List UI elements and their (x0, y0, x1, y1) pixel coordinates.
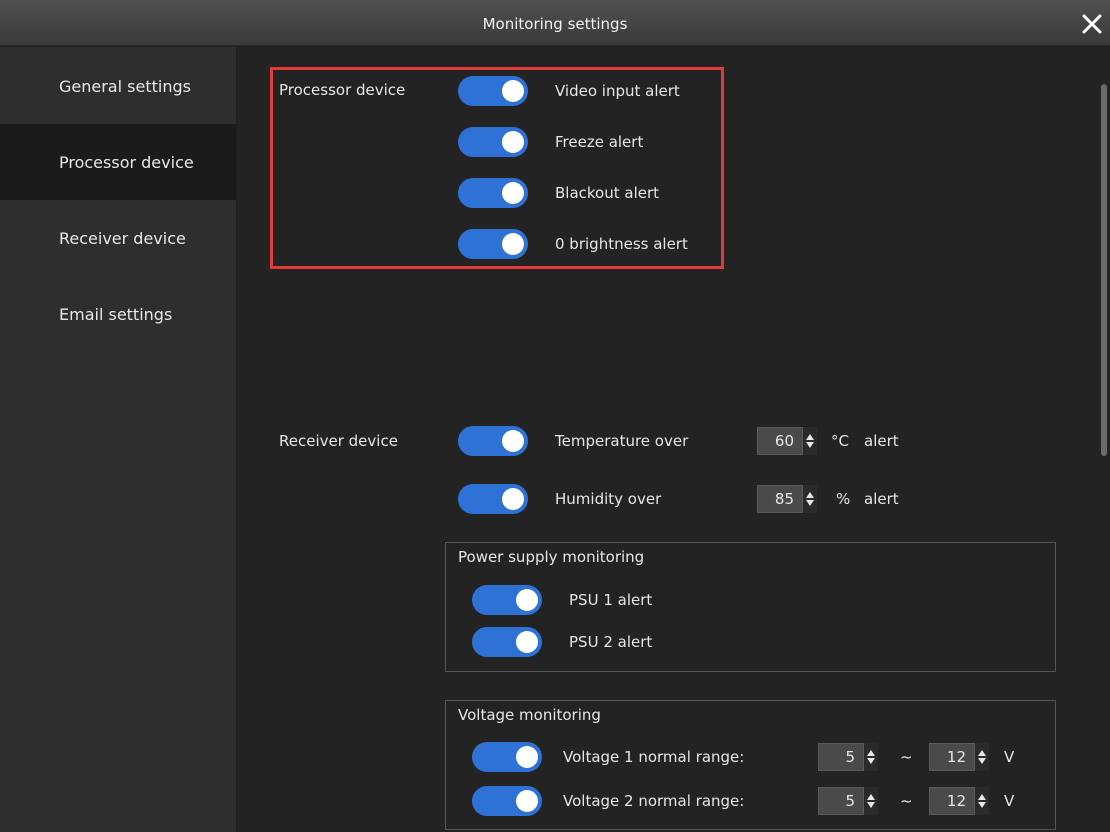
processor-section-label: Processor device (279, 81, 406, 99)
humidity-over-label: Humidity over (555, 490, 662, 508)
zero-brightness-alert-toggle[interactable] (458, 229, 528, 259)
voltage2-unit: V (1004, 792, 1015, 810)
sidebar-item-label: General settings (59, 76, 191, 96)
humidity-value[interactable]: 85 (757, 485, 803, 513)
video-input-alert-toggle[interactable] (458, 76, 528, 106)
humidity-spinbox[interactable]: 85 (757, 485, 817, 513)
voltage1-label: Voltage 1 normal range: (563, 748, 745, 766)
sidebar-item-processor-device[interactable]: Processor device (0, 124, 236, 200)
toggle-knob (502, 80, 524, 102)
sidebar-item-receiver-device[interactable]: Receiver device (0, 200, 236, 276)
voltage2-min-spinbox[interactable]: 5 (818, 787, 878, 815)
spin-arrows-icon[interactable] (975, 743, 989, 771)
toggle-knob (502, 488, 524, 510)
zero-brightness-alert-label: 0 brightness alert (555, 235, 688, 253)
sidebar-item-label: Receiver device (59, 228, 186, 248)
humidity-alert-toggle[interactable] (458, 484, 528, 514)
temperature-unit: °C (831, 432, 849, 450)
toggle-knob (502, 182, 524, 204)
video-input-alert-label: Video input alert (555, 82, 680, 100)
temperature-value[interactable]: 60 (757, 427, 803, 455)
toggle-knob (502, 131, 524, 153)
scrollbar[interactable] (1101, 84, 1107, 456)
temperature-over-label: Temperature over (555, 432, 689, 450)
spin-arrows-icon[interactable] (803, 427, 817, 455)
spin-arrows-icon[interactable] (803, 485, 817, 513)
voltage1-max-spinbox[interactable]: 12 (929, 743, 989, 771)
toggle-knob (516, 631, 538, 653)
close-icon[interactable] (1078, 10, 1106, 38)
power-supply-title: Power supply monitoring (458, 548, 645, 566)
voltage2-min-value[interactable]: 5 (818, 787, 864, 815)
sidebar-item-general-settings[interactable]: General settings (0, 48, 236, 124)
voltage2-max-value[interactable]: 12 (929, 787, 975, 815)
humidity-unit: % (836, 490, 851, 508)
sidebar-item-email-settings[interactable]: Email settings (0, 276, 236, 352)
receiver-section-label: Receiver device (279, 432, 398, 450)
psu1-alert-label: PSU 1 alert (569, 591, 653, 609)
voltage1-separator: ~ (900, 748, 913, 766)
voltage2-max-spinbox[interactable]: 12 (929, 787, 989, 815)
toggle-knob (502, 233, 524, 255)
toggle-knob (502, 430, 524, 452)
blackout-alert-toggle[interactable] (458, 178, 528, 208)
humidity-suffix: alert (864, 490, 899, 508)
voltage1-max-value[interactable]: 12 (929, 743, 975, 771)
toggle-knob (516, 746, 538, 768)
freeze-alert-toggle[interactable] (458, 127, 528, 157)
voltage1-min-spinbox[interactable]: 5 (818, 743, 878, 771)
temperature-suffix: alert (864, 432, 899, 450)
voltage1-toggle[interactable] (472, 742, 542, 772)
sidebar-item-label: Processor device (59, 152, 194, 172)
sidebar: General settings Processor device Receiv… (0, 47, 236, 832)
psu2-alert-toggle[interactable] (472, 627, 542, 657)
toggle-knob (516, 589, 538, 611)
toggle-knob (516, 790, 538, 812)
psu1-alert-toggle[interactable] (472, 585, 542, 615)
spin-arrows-icon[interactable] (864, 743, 878, 771)
voltage2-separator: ~ (900, 792, 913, 810)
blackout-alert-label: Blackout alert (555, 184, 660, 202)
voltage1-unit: V (1004, 748, 1015, 766)
spin-arrows-icon[interactable] (975, 787, 989, 815)
title-bar: Monitoring settings (0, 0, 1110, 46)
temperature-spinbox[interactable]: 60 (757, 427, 817, 455)
sidebar-item-label: Email settings (59, 304, 173, 324)
voltage-title: Voltage monitoring (458, 706, 601, 724)
psu2-alert-label: PSU 2 alert (569, 633, 653, 651)
voltage2-label: Voltage 2 normal range: (563, 792, 745, 810)
voltage1-min-value[interactable]: 5 (818, 743, 864, 771)
spin-arrows-icon[interactable] (864, 787, 878, 815)
voltage2-toggle[interactable] (472, 786, 542, 816)
window-title: Monitoring settings (482, 15, 628, 33)
freeze-alert-label: Freeze alert (555, 133, 644, 151)
temperature-alert-toggle[interactable] (458, 426, 528, 456)
